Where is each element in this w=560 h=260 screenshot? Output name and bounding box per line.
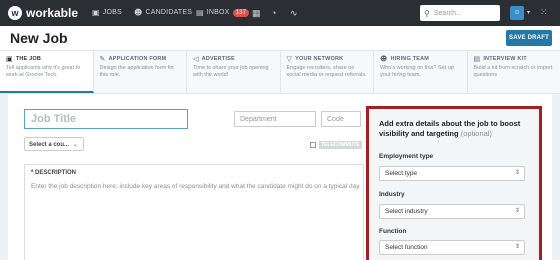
apps-grid-icon[interactable]: ⁙ xyxy=(540,7,548,18)
telecommute-checkbox[interactable] xyxy=(310,142,316,148)
industry-value: Select industry xyxy=(385,208,428,215)
industry-label: Industry xyxy=(379,191,405,198)
search-icon: ⚲ xyxy=(424,8,430,18)
function-label: Function xyxy=(379,228,407,235)
inbox-count-badge: 137 xyxy=(232,8,250,17)
avatar[interactable]: ☺ xyxy=(510,6,524,20)
step-title: ADVERTISE xyxy=(201,56,235,62)
country-select-label: Select a cou... xyxy=(29,142,70,148)
inbox-icon: ▤ xyxy=(196,8,204,17)
funnel-icon: ▽ xyxy=(286,55,293,63)
extra-details-title: Add extra details about the job to boost… xyxy=(379,119,535,139)
step-desc: Engage recruiters, share on social media… xyxy=(286,65,367,79)
nav-jobs-label: JOBS xyxy=(102,9,122,16)
search-placeholder: Search... xyxy=(433,9,462,17)
reports-icon[interactable]: ◔ xyxy=(271,8,276,18)
employment-type-select[interactable]: Select type ⇕ xyxy=(379,166,525,181)
calendar-icon[interactable]: ▦ xyxy=(252,8,261,19)
nav-candidates-label: CANDIDATES xyxy=(145,9,193,16)
step-title: THE JOB xyxy=(15,56,42,62)
step-desc: Time to share your job opening with the … xyxy=(193,65,269,79)
wizard-steps: ▣ THE JOB Tell applicants why it's great … xyxy=(0,50,560,94)
optional-label: (optional) xyxy=(460,129,492,139)
select-caret-icon: ⇕ xyxy=(514,208,520,214)
code-input[interactable]: Code xyxy=(321,111,361,127)
kit-icon: ▤ xyxy=(473,55,481,63)
chevron-down-icon: ⌄ xyxy=(72,142,78,148)
country-select[interactable]: Select a cou... ⌄ xyxy=(24,137,84,151)
step-desc: Design the application form for this rol… xyxy=(99,65,175,79)
nav-candidates[interactable]: ☻ CANDIDATES xyxy=(134,8,192,17)
nav-jobs[interactable]: ▣ JOBS xyxy=(92,8,122,17)
extra-details-panel: Add extra details about the job to boost… xyxy=(366,106,542,260)
extra-details-heading: Add extra details about the job to boost… xyxy=(379,119,521,139)
telecommute-label: TELECOMMUTE xyxy=(319,141,362,149)
step-hiring-team[interactable]: ☻ HIRING TEAM Who's working on this? Set … xyxy=(374,51,468,93)
form-icon: ✎ xyxy=(99,55,106,63)
function-select[interactable]: Select function ⇕ xyxy=(379,240,525,255)
step-title: HIRING TEAM xyxy=(390,56,430,62)
nav-inbox-label: INBOX xyxy=(206,9,230,16)
step-the-job[interactable]: ▣ THE JOB Tell applicants why it's great … xyxy=(0,51,94,93)
step-interview-kit[interactable]: ▤ INTERVIEW KIT Build a kit from scratch … xyxy=(468,51,560,93)
briefcase-icon: ▣ xyxy=(6,55,13,63)
step-desc: Who's working on this? Set up your hirin… xyxy=(380,65,454,79)
description-label: * DESCRIPTION xyxy=(31,170,77,176)
department-input[interactable]: Department xyxy=(234,111,316,127)
employment-type-label: Employment type xyxy=(379,153,434,160)
function-value: Select function xyxy=(385,244,428,251)
nav-inbox[interactable]: ▤ INBOX 137 xyxy=(196,8,250,17)
industry-select[interactable]: Select industry ⇕ xyxy=(379,204,525,219)
megaphone-icon: ◁ xyxy=(193,55,199,63)
logo-text: workable xyxy=(26,6,79,20)
workable-logo[interactable]: w workable xyxy=(8,4,78,22)
people-icon: ☻ xyxy=(134,8,143,17)
select-caret-icon: ⇕ xyxy=(514,170,520,176)
save-draft-button[interactable]: SAVE DRAFT xyxy=(506,30,552,46)
logo-mark-icon: w xyxy=(8,6,22,20)
job-title-input[interactable]: Job Title xyxy=(24,109,188,129)
description-field[interactable]: * DESCRIPTION Enter the job description … xyxy=(24,164,364,260)
briefcase-icon: ▣ xyxy=(92,8,100,17)
top-nav: w workable ▣ JOBS ☻ CANDIDATES ▤ INBOX 1… xyxy=(0,0,560,26)
step-title: APPLICATION FORM xyxy=(108,56,167,62)
step-title: YOUR NETWORK xyxy=(295,56,344,62)
step-advertise[interactable]: ◁ ADVERTISE Time to share your job openin… xyxy=(187,51,281,93)
employment-type-value: Select type xyxy=(385,170,418,177)
page-title: New Job xyxy=(10,30,68,46)
page-header: New Job SAVE DRAFT xyxy=(0,26,560,50)
people-icon: ☻ xyxy=(380,55,388,63)
search-input[interactable]: ⚲ Search... xyxy=(420,5,500,21)
step-your-network[interactable]: ▽ YOUR NETWORK Engage recruiters, share o… xyxy=(281,51,374,93)
step-desc: Build a kit from scratch or import quest… xyxy=(473,65,553,79)
step-application-form[interactable]: ✎ APPLICATION FORM Design the application… xyxy=(94,51,187,93)
description-placeholder: Enter the job description here; include … xyxy=(31,183,361,190)
activity-icon[interactable]: ∿ xyxy=(290,8,298,19)
select-caret-icon: ⇕ xyxy=(514,244,520,250)
chevron-down-icon[interactable]: ▾ xyxy=(527,9,530,16)
step-desc: Tell applicants why it's great to work a… xyxy=(6,65,81,79)
step-title: INTERVIEW KIT xyxy=(483,56,527,62)
